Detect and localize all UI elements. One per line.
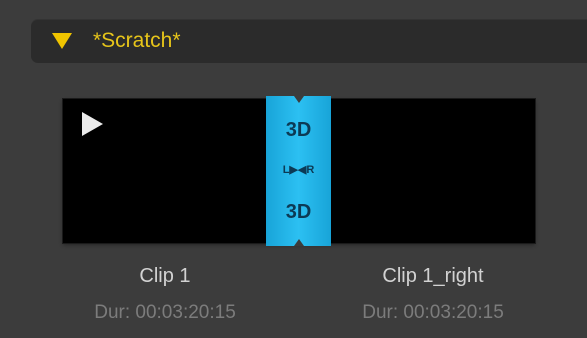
badge-notch-bottom — [294, 239, 304, 246]
triangle-down-icon[interactable] — [52, 33, 72, 49]
badge-3d-top-label: 3D — [285, 119, 312, 141]
bin-name[interactable]: *Scratch* — [93, 29, 181, 53]
badge-left-right-label: L▶◀R — [282, 164, 315, 176]
play-icon[interactable] — [82, 112, 103, 136]
clip-browser-panel: *Scratch* 3D L▶◀R 3D Clip 1 Dur: 00:03:2… — [0, 0, 587, 338]
badge-notch-top — [294, 96, 304, 103]
clip-name-left[interactable]: Clip 1 — [63, 264, 267, 288]
clip-duration-right: Dur: 00:03:20:15 — [362, 302, 504, 323]
clip-duration-left: Dur: 00:03:20:15 — [94, 302, 236, 323]
clip-name-right[interactable]: Clip 1_right — [331, 264, 535, 288]
badge-3d-bottom-label: 3D — [285, 201, 312, 223]
